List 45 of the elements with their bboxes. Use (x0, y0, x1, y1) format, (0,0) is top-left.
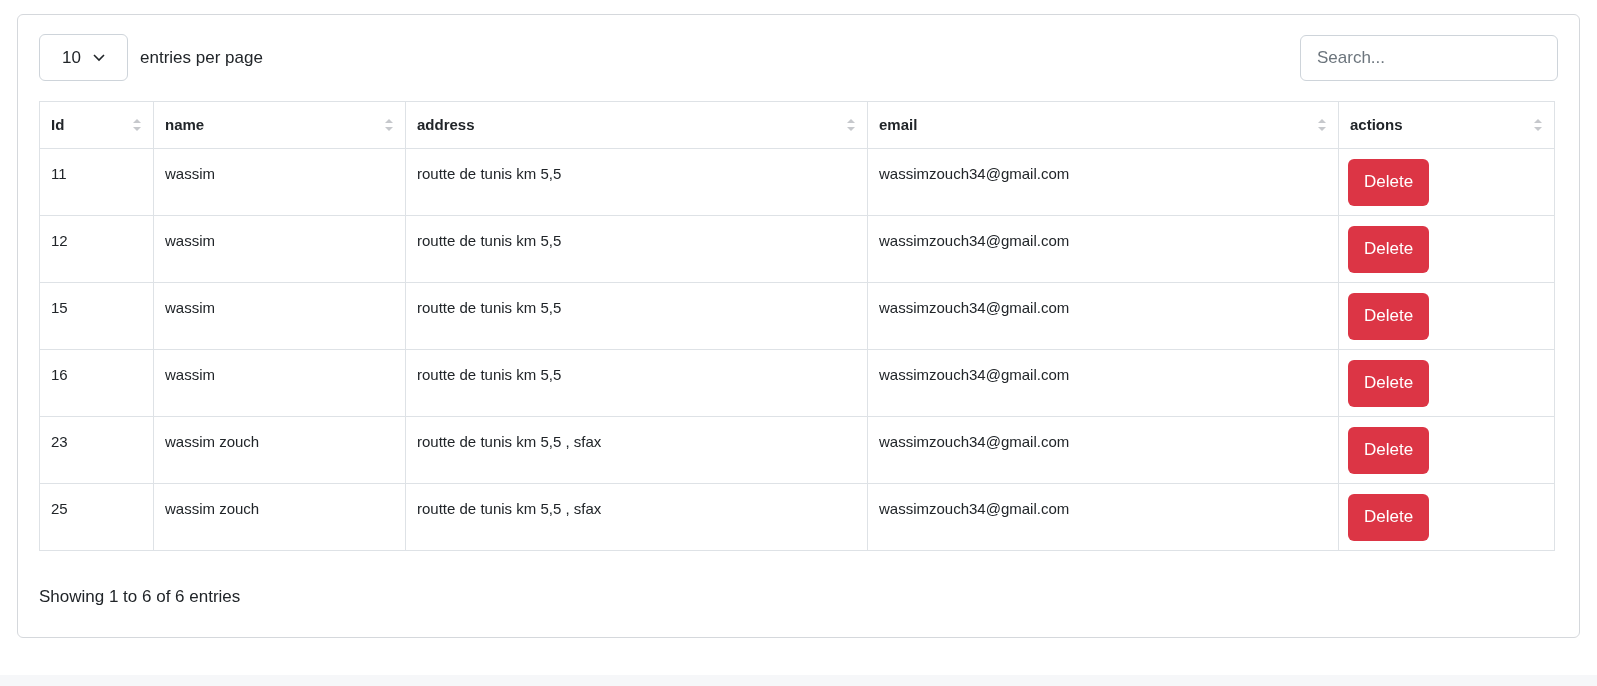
table-cell: routte de tunis km 5,5 (405, 349, 868, 417)
sort-icon (1317, 117, 1327, 133)
table-cell: routte de tunis km 5,5 , sfax (405, 483, 868, 551)
column-header[interactable]: email (867, 101, 1339, 149)
table-cell: routte de tunis km 5,5 (405, 282, 868, 350)
table-cell: wassim (153, 349, 406, 417)
table-cell: wassimzouch34@gmail.com (867, 483, 1339, 551)
delete-button[interactable]: Delete (1348, 426, 1430, 474)
table-cell: wassim (153, 148, 406, 216)
table-cell: wassimzouch34@gmail.com (867, 416, 1339, 484)
delete-button[interactable]: Delete (1348, 292, 1430, 340)
sort-icon (1533, 117, 1543, 133)
sort-icon (132, 117, 142, 133)
table-cell: wassimzouch34@gmail.com (867, 215, 1339, 283)
table-cell: 23 (39, 416, 154, 484)
sort-icon (846, 117, 856, 133)
table-cell: wassim zouch (153, 416, 406, 484)
chevron-down-icon (92, 53, 105, 62)
table-cell: wassim zouch (153, 483, 406, 551)
search-field[interactable]: Search... (1300, 34, 1558, 81)
column-header[interactable]: name (153, 101, 406, 149)
table-cell: routte de tunis km 5,5 (405, 215, 868, 283)
table-cell: wassim (153, 215, 406, 283)
delete-button[interactable]: Delete (1348, 493, 1430, 541)
table-cell: routte de tunis km 5,5 , sfax (405, 416, 868, 484)
table-cell: wassimzouch34@gmail.com (867, 282, 1339, 350)
table-cell: wassimzouch34@gmail.com (867, 148, 1339, 216)
table-cell: wassim (153, 282, 406, 350)
delete-button[interactable]: Delete (1348, 225, 1430, 273)
column-header[interactable]: Id (39, 101, 154, 149)
entries-label: entries per page (140, 46, 263, 69)
column-header[interactable]: actions (1338, 101, 1555, 149)
table-cell: 11 (39, 148, 154, 216)
sort-icon (384, 117, 394, 133)
table-cell: 15 (39, 282, 154, 350)
table-cell: wassimzouch34@gmail.com (867, 349, 1339, 417)
column-header[interactable]: address (405, 101, 868, 149)
entries-select[interactable]: 10 (39, 34, 128, 81)
table-cell: routte de tunis km 5,5 (405, 148, 868, 216)
entries-info: Showing 1 to 6 of 6 entries (39, 586, 242, 608)
delete-button[interactable]: Delete (1348, 158, 1430, 206)
table-cell: 12 (39, 215, 154, 283)
table-cell: 25 (39, 483, 154, 551)
delete-button[interactable]: Delete (1348, 359, 1430, 407)
table-cell: 16 (39, 349, 154, 417)
